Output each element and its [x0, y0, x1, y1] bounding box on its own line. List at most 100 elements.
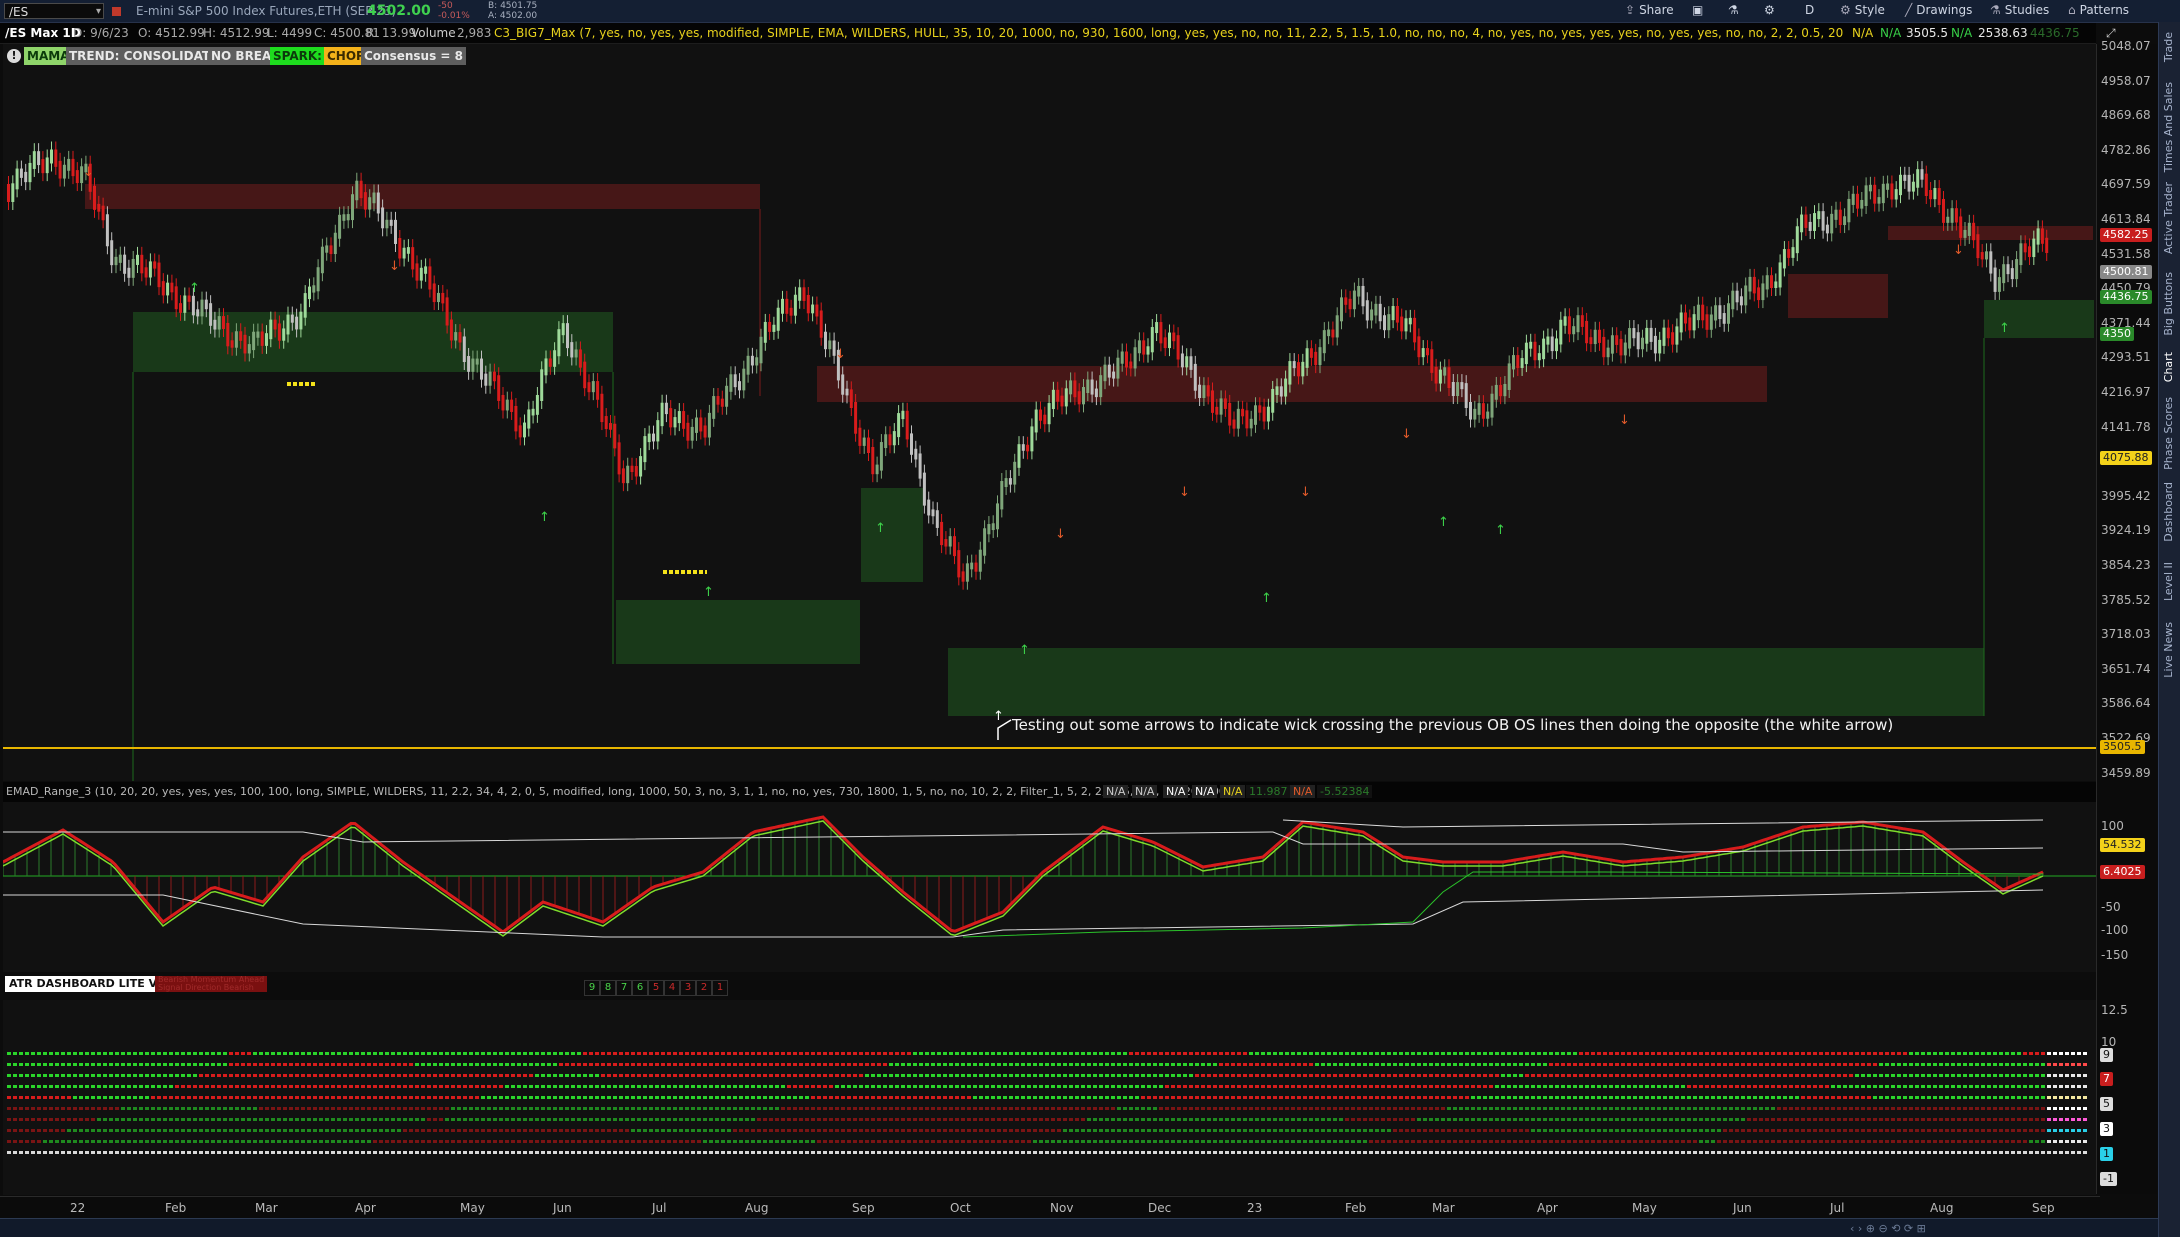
- atr-dot: [613, 1096, 617, 1099]
- atr-dot: [1711, 1129, 1715, 1132]
- atr-dot: [217, 1063, 221, 1066]
- atr-dot: [1351, 1063, 1355, 1066]
- atr-dot: [769, 1096, 773, 1099]
- share-button[interactable]: ⇪ Share: [1625, 3, 1674, 17]
- atr-dot: [1279, 1052, 1283, 1055]
- tab-phase-scores[interactable]: Phase Scores: [2162, 397, 2175, 470]
- atr-dot: [1231, 1096, 1235, 1099]
- atr-dot: [1495, 1096, 1499, 1099]
- time-axis[interactable]: 22 Feb Mar Apr May Jun Jul Aug Sep Oct Nov Dec 23 Feb…: [0, 1196, 2100, 1219]
- tab-chart[interactable]: Chart: [2162, 352, 2175, 382]
- atr-dot: [1099, 1096, 1103, 1099]
- chevron-down-icon[interactable]: ▾: [96, 4, 101, 20]
- atr-dot: [1171, 1085, 1175, 1088]
- atr-dot: [211, 1096, 215, 1099]
- atr-dot: [1459, 1063, 1463, 1066]
- atr-dot: [1297, 1063, 1301, 1066]
- gear-icon[interactable]: ⚙: [1764, 3, 1775, 17]
- atr-dot: [1105, 1118, 1109, 1121]
- atr-dot: [661, 1096, 665, 1099]
- atr-dot: [463, 1074, 467, 1077]
- atr-dot: [859, 1096, 863, 1099]
- atr-dot: [1039, 1096, 1043, 1099]
- atr-dot: [397, 1118, 401, 1121]
- atr-dot: [835, 1074, 839, 1077]
- atr-dot: [1681, 1052, 1685, 1055]
- tab-active-trader[interactable]: Active Trader: [2162, 182, 2175, 254]
- atr-dot: [889, 1151, 893, 1154]
- oscillator-chart[interactable]: [2, 802, 2096, 972]
- flask-icon[interactable]: ⚗: [1728, 3, 1739, 17]
- atr-dot: [1645, 1107, 1649, 1110]
- atr-dot: [517, 1085, 521, 1088]
- atr-dot: [115, 1107, 119, 1110]
- atr-dot: [1189, 1140, 1193, 1143]
- atr-dot: [277, 1129, 281, 1132]
- atr-dot: [2047, 1085, 2051, 1088]
- tab-times-and-sales[interactable]: Times And Sales: [2162, 82, 2175, 172]
- atr-dot: [2065, 1074, 2069, 1077]
- atr-dot: [1027, 1063, 1031, 1066]
- atr-dot: [1549, 1151, 1553, 1154]
- atr-dot: [49, 1096, 53, 1099]
- studies-button[interactable]: ⚗ Studies: [1990, 3, 2049, 17]
- atr-dot: [775, 1118, 779, 1121]
- atr-dot: [865, 1085, 869, 1088]
- atr-dot: [1783, 1107, 1787, 1110]
- atr-dot: [1135, 1052, 1139, 1055]
- atr-dot: [2035, 1140, 2039, 1143]
- tab-big-buttons[interactable]: Big Buttons: [2162, 272, 2175, 336]
- symbol-input[interactable]: /ES ▾: [4, 3, 104, 19]
- tab-level-ii[interactable]: Level II: [2162, 562, 2175, 601]
- atr-dot: [1285, 1074, 1289, 1077]
- price-chart[interactable]: ↓ ↓ ↑ ↑ ↑ ↓ ↑ ↑ ↓ ↓ ↑ ↓ ↓ ↑ ↑ ↓ ↓ ↑ ↑: [3, 44, 2096, 781]
- style-button[interactable]: ⚙ Style: [1840, 3, 1885, 17]
- atr-dot: [1861, 1140, 1865, 1143]
- tab-trade[interactable]: Trade: [2162, 32, 2175, 62]
- atr-dot: [523, 1074, 527, 1077]
- study-label[interactable]: C3_BIG7_Max (7, yes, no, yes, yes, modif…: [494, 26, 1844, 40]
- patterns-button[interactable]: ⌂ Patterns: [2068, 3, 2129, 17]
- atr-dot: [601, 1096, 605, 1099]
- drawings-button[interactable]: ╱ Drawings: [1905, 3, 1972, 17]
- zoom-controls[interactable]: ‹ › ⊕ ⊖ ⟲ ⟳ ⊞: [1850, 1222, 1926, 1235]
- atr-dashboard-pane[interactable]: [3, 1000, 2096, 1195]
- atr-dot: [577, 1096, 581, 1099]
- atr-dot: [919, 1085, 923, 1088]
- atr-dot: [1057, 1151, 1061, 1154]
- osc-title[interactable]: EMAD_Range_3 (10, 20, 20, yes, yes, yes,…: [6, 785, 1230, 798]
- atr-dot: [331, 1118, 335, 1121]
- atr-dot: [1015, 1151, 1019, 1154]
- atr-dot: [2023, 1118, 2027, 1121]
- tab-dashboard[interactable]: Dashboard: [2162, 482, 2175, 542]
- atr-dot: [1813, 1074, 1817, 1077]
- atr-dot: [2017, 1118, 2021, 1121]
- info-icon[interactable]: !: [7, 49, 21, 63]
- aggregation-button[interactable]: D: [1805, 3, 1814, 17]
- atr-dot: [7, 1140, 11, 1143]
- atr-dot: [37, 1118, 41, 1121]
- atr-dot: [1753, 1052, 1757, 1055]
- atr-dot: [1141, 1052, 1145, 1055]
- atr-dot: [1345, 1085, 1349, 1088]
- atr-dot: [1159, 1085, 1163, 1088]
- atr-dot: [535, 1151, 539, 1154]
- atr-dot: [661, 1140, 665, 1143]
- atr-dot: [61, 1052, 65, 1055]
- atr-dot: [253, 1118, 257, 1121]
- atr-dot: [1447, 1151, 1451, 1154]
- price-chart-pane[interactable]: ↓ ↓ ↑ ↑ ↑ ↓ ↑ ↑ ↓ ↓ ↑ ↓ ↓ ↑ ↑ ↓ ↓ ↑ ↑: [3, 44, 2096, 781]
- oscillator-pane[interactable]: [2, 802, 2096, 972]
- price-axis[interactable]: 5048.07 4958.07 4869.68 4782.86 4697.59 4613.…: [2096, 39, 2157, 1194]
- atr-dot: [637, 1107, 641, 1110]
- screenshot-icon[interactable]: ▣: [1692, 3, 1703, 17]
- atr-dot: [1063, 1063, 1067, 1066]
- atr-dot: [1915, 1140, 1919, 1143]
- tab-live-news[interactable]: Live News: [2162, 622, 2175, 678]
- atr-dot: [361, 1063, 365, 1066]
- link-color-icon[interactable]: [112, 7, 121, 16]
- atr-dot: [1915, 1107, 1919, 1110]
- price-axis-label: 4958.07: [2101, 73, 2151, 88]
- atr-dot: [511, 1140, 515, 1143]
- atr-dot: [505, 1118, 509, 1121]
